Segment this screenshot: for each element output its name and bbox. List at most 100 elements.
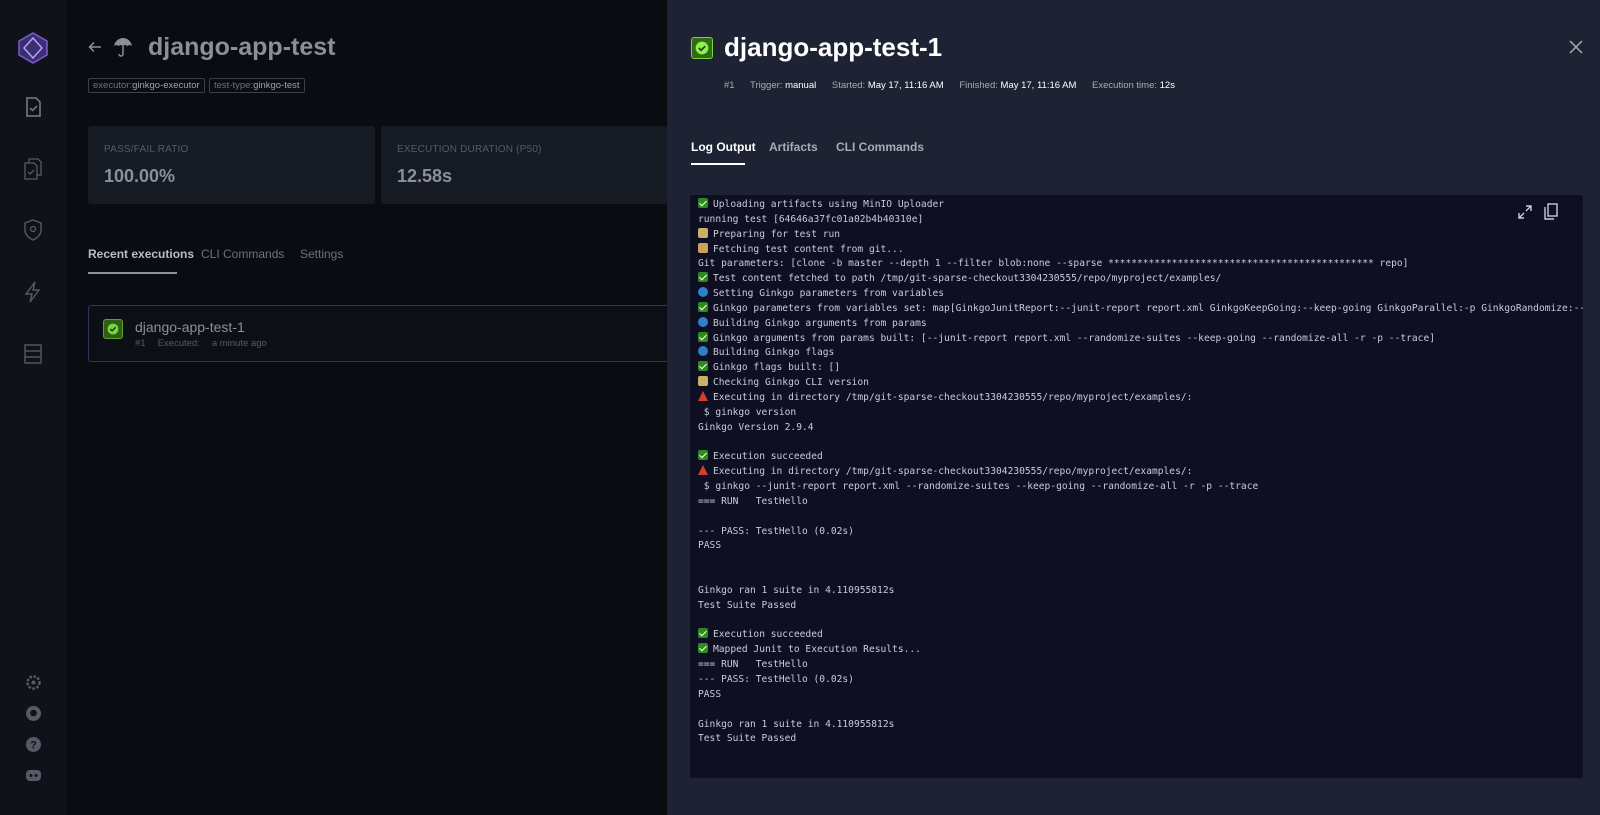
log-line: Ginkgo Version 2.9.4 bbox=[698, 421, 1583, 436]
executed-label: Executed: bbox=[157, 338, 200, 349]
sources-icon[interactable] bbox=[22, 343, 44, 365]
log-text: Ginkgo arguments from params built: [--j… bbox=[713, 332, 1435, 344]
log-lines: Uploading artifacts using MinIO Uploader… bbox=[698, 198, 1583, 747]
log-line: Preparing for test run bbox=[698, 227, 1583, 243]
tab-log-output[interactable]: Log Output bbox=[691, 140, 756, 154]
check-icon bbox=[698, 628, 708, 639]
execution-row[interactable]: django-app-test-1 #1 Executed: a minute ag… bbox=[88, 305, 708, 362]
svg-text:?: ? bbox=[30, 740, 37, 752]
log-line: Ginkgo ran 1 suite in 4.110955812s bbox=[698, 718, 1583, 733]
log-line: Ginkgo flags built: [] bbox=[698, 361, 1583, 376]
log-text: Setting Ginkgo parameters from variables bbox=[713, 288, 945, 300]
tag-value: ginkgo-executor bbox=[132, 80, 200, 91]
execution-title: django-app-test-1 bbox=[724, 32, 943, 62]
execution-time-value: 12s bbox=[1159, 80, 1175, 91]
log-line: PASS bbox=[698, 539, 1583, 554]
executed-value: a minute ago bbox=[211, 338, 267, 349]
active-tab-indicator bbox=[691, 163, 745, 165]
pass-fail-ratio-card: PASS/FAIL RATIO 100.00% bbox=[88, 126, 375, 204]
check-icon bbox=[698, 301, 708, 312]
log-text: === RUN TestHello bbox=[698, 495, 808, 507]
tag-value: ginkgo-test bbox=[253, 80, 300, 91]
check-icon bbox=[698, 361, 708, 372]
tests-icon[interactable] bbox=[22, 96, 44, 118]
log-line: Test content fetched to path /tmp/git-sp… bbox=[698, 272, 1583, 287]
started-info: Started: May 17, 11:16 AM bbox=[832, 80, 944, 91]
log-text: $ ginkgo --junit-report report.xml --ran… bbox=[698, 481, 1259, 493]
tab-cli-commands[interactable]: CLI Commands bbox=[836, 140, 924, 154]
log-line: Uploading artifacts using MinIO Uploader bbox=[698, 198, 1583, 213]
execution-meta: #1 Executed: a minute ago bbox=[135, 338, 279, 349]
passed-status-icon bbox=[103, 319, 123, 339]
log-text: Ginkgo flags built: [] bbox=[713, 362, 841, 374]
settings-icon[interactable] bbox=[25, 674, 42, 691]
log-line: === RUN TestHello bbox=[698, 658, 1583, 673]
log-text: Ginkgo ran 1 suite in 4.110955812s bbox=[698, 584, 895, 596]
log-text: Mapped Junit to Execution Results... bbox=[713, 644, 921, 656]
metric-value: 12.58s bbox=[397, 166, 453, 186]
log-line: Fetching test content from git... bbox=[698, 242, 1583, 258]
globe-icon bbox=[698, 346, 708, 357]
tab-settings[interactable]: Settings bbox=[300, 247, 343, 261]
metric-label: PASS/FAIL RATIO bbox=[104, 144, 189, 155]
log-text: Building Ginkgo flags bbox=[713, 347, 835, 359]
log-output[interactable]: Uploading artifacts using MinIO Uploader… bbox=[690, 195, 1583, 778]
execution-number: #1 bbox=[135, 338, 146, 349]
triggers-icon[interactable] bbox=[22, 281, 44, 303]
log-text: Checking Ginkgo CLI version bbox=[713, 377, 869, 389]
help-icon[interactable]: ? bbox=[25, 736, 42, 753]
log-text: $ ginkgo version bbox=[698, 406, 797, 418]
back-arrow-icon[interactable] bbox=[88, 40, 102, 54]
trigger-value: manual bbox=[785, 80, 817, 91]
log-line: $ ginkgo --junit-report report.xml --ran… bbox=[698, 480, 1583, 495]
execution-details-drawer: django-app-test-1 #1 Trigger: manual Sta… bbox=[667, 0, 1600, 815]
discord-icon[interactable] bbox=[25, 767, 42, 784]
log-text: Test content fetched to path /tmp/git-sp… bbox=[713, 273, 1222, 285]
tab-cli-commands[interactable]: CLI Commands bbox=[201, 247, 284, 261]
check-icon bbox=[698, 643, 708, 654]
log-text: Test Suite Passed bbox=[698, 599, 797, 611]
test-suites-icon[interactable] bbox=[22, 158, 44, 180]
log-text: Execution succeeded bbox=[713, 451, 823, 463]
log-line: Execution succeeded bbox=[698, 628, 1583, 643]
log-text: running test [64646a37fc01a02b4b40310e] bbox=[698, 213, 924, 225]
log-line: Checking Ginkgo CLI version bbox=[698, 376, 1583, 391]
globe-icon bbox=[698, 316, 708, 327]
log-text: Fetching test content from git... bbox=[713, 243, 904, 255]
execution-meta: #1 Trigger: manual Started: May 17, 11:1… bbox=[724, 80, 1188, 91]
log-line: Ginkgo parameters from variables set: ma… bbox=[698, 301, 1583, 317]
log-text: Ginkgo parameters from variables set: ma… bbox=[713, 302, 1583, 314]
log-line: PASS bbox=[698, 688, 1583, 703]
testkube-logo-icon[interactable] bbox=[18, 32, 48, 64]
log-text: PASS bbox=[698, 540, 722, 552]
passed-status-icon bbox=[691, 37, 713, 59]
check-icon bbox=[698, 272, 708, 283]
log-line: --- PASS: TestHello (0.02s) bbox=[698, 525, 1583, 540]
log-text: Uploading artifacts using MinIO Uploader bbox=[713, 199, 945, 210]
execution-duration-card: EXECUTION DURATION (P50) 12.58s bbox=[381, 126, 668, 204]
umbrella-icon bbox=[114, 38, 132, 57]
log-text: Git parameters: [clone -b master --depth… bbox=[698, 258, 1409, 270]
log-text: Execution succeeded bbox=[713, 629, 823, 641]
execution-number: #1 bbox=[724, 80, 735, 91]
log-line: Git parameters: [clone -b master --depth… bbox=[698, 257, 1583, 272]
tab-recent-executions[interactable]: Recent executions bbox=[88, 247, 194, 261]
log-text: Executing in directory /tmp/git-sparse-c… bbox=[713, 466, 1193, 478]
github-icon[interactable] bbox=[25, 705, 42, 722]
tab-artifacts[interactable]: Artifacts bbox=[769, 140, 818, 154]
fullscreen-icon[interactable] bbox=[1518, 205, 1532, 219]
log-text: === RUN TestHello bbox=[698, 659, 808, 671]
check-icon bbox=[698, 331, 708, 342]
close-icon[interactable] bbox=[1569, 40, 1583, 54]
executors-icon[interactable] bbox=[22, 219, 44, 241]
copy-icon[interactable] bbox=[1544, 203, 1558, 220]
log-line: --- PASS: TestHello (0.02s) bbox=[698, 673, 1583, 688]
started-value: May 17, 11:16 AM bbox=[867, 80, 944, 91]
log-line: Execution succeeded bbox=[698, 450, 1583, 465]
tag-key: executor: bbox=[93, 80, 133, 91]
log-text: Ginkgo ran 1 suite in 4.110955812s bbox=[698, 718, 895, 730]
log-line: running test [64646a37fc01a02b4b40310e] bbox=[698, 213, 1583, 228]
